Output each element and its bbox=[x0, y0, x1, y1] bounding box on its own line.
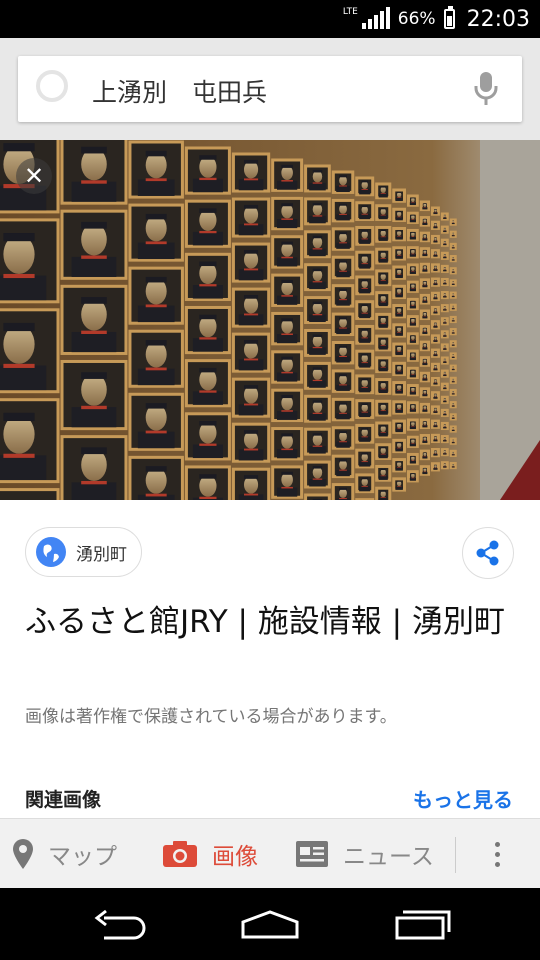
recent-apps-icon[interactable] bbox=[393, 908, 453, 940]
close-icon[interactable]: ✕ bbox=[16, 158, 52, 194]
clock: 22:03 bbox=[466, 6, 530, 32]
source-name: 湧別町 bbox=[76, 544, 127, 565]
news-icon bbox=[296, 841, 328, 867]
tab-news-label: ニュース bbox=[343, 844, 434, 870]
tab-images[interactable]: 画像 bbox=[162, 819, 258, 889]
more-link[interactable]: もっと見る bbox=[413, 784, 513, 813]
share-button[interactable] bbox=[462, 527, 514, 579]
microphone-icon[interactable] bbox=[472, 70, 500, 108]
bottom-tab-bar: マップ 画像 ニュース bbox=[0, 818, 540, 888]
result-image[interactable]: ✕ bbox=[0, 140, 540, 500]
search-area: 上湧別 屯田兵 bbox=[0, 38, 540, 140]
result-title[interactable]: ふるさと館JRY | 施設情報 | 湧別町 bbox=[25, 600, 515, 644]
tab-divider bbox=[455, 837, 456, 873]
home-icon[interactable] bbox=[240, 908, 300, 940]
tab-images-label: 画像 bbox=[212, 844, 258, 870]
share-icon bbox=[476, 540, 499, 566]
portrait-gallery-photo bbox=[0, 140, 540, 500]
tab-map[interactable]: マップ bbox=[12, 819, 117, 889]
battery-icon bbox=[443, 6, 455, 29]
search-query[interactable]: 上湧別 屯田兵 bbox=[92, 73, 267, 109]
related-images-heading: 関連画像 bbox=[25, 789, 102, 811]
camera-icon bbox=[163, 841, 197, 867]
tab-news[interactable]: ニュース bbox=[295, 819, 434, 889]
back-icon[interactable] bbox=[92, 908, 148, 940]
globe-icon bbox=[36, 537, 66, 567]
signal-icon bbox=[361, 7, 390, 29]
network-type: LTE bbox=[342, 6, 358, 17]
google-loading-icon bbox=[36, 70, 68, 102]
source-chip[interactable]: 湧別町 bbox=[25, 527, 142, 577]
search-box[interactable]: 上湧別 屯田兵 bbox=[18, 56, 522, 122]
tab-map-label: マップ bbox=[48, 844, 117, 870]
copyright-notice: 画像は著作権で保護されている場合があります。 bbox=[25, 707, 397, 727]
more-options-icon[interactable] bbox=[490, 839, 504, 871]
status-bar: LTE 66% 22:03 bbox=[0, 0, 540, 38]
map-pin-icon bbox=[13, 839, 33, 869]
system-nav-bar bbox=[0, 888, 540, 960]
battery-percent: 66% bbox=[397, 9, 436, 29]
